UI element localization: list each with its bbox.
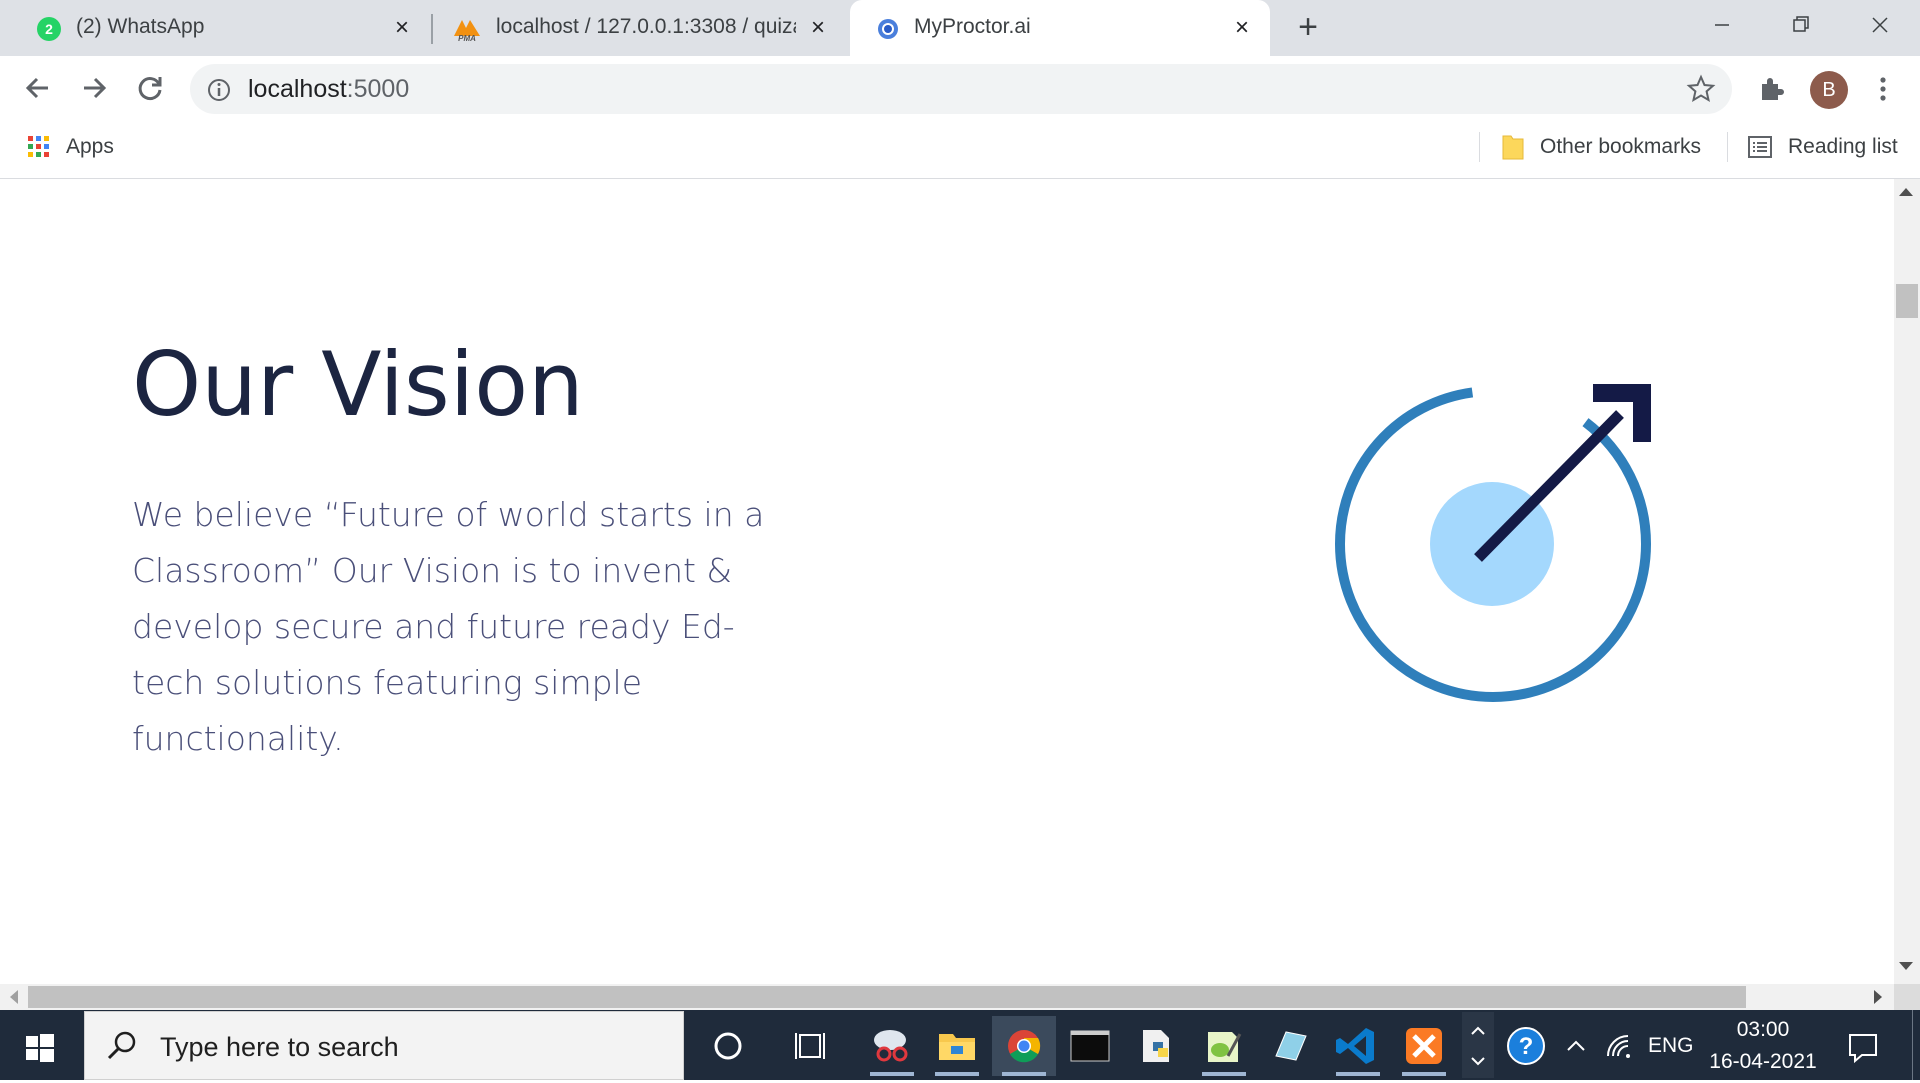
bookmark-other[interactable]: Other bookmarks — [1500, 132, 1701, 162]
taskbar-app-terminal[interactable] — [1058, 1016, 1122, 1076]
app-icon — [1275, 1031, 1307, 1061]
chevron-up-icon[interactable] — [1562, 1034, 1590, 1058]
reading-list-label: Reading list — [1788, 135, 1898, 158]
url-port: :5000 — [346, 75, 410, 103]
horizontal-scroll-thumb[interactable] — [28, 986, 1746, 1008]
folder-icon — [939, 1034, 975, 1060]
reload-icon — [138, 77, 162, 100]
wifi-icon[interactable] — [1604, 1032, 1634, 1060]
apps-grid-icon — [28, 136, 49, 157]
forward-button[interactable] — [74, 68, 114, 108]
taskbar-overflow[interactable] — [1462, 1012, 1494, 1078]
bookmark-divider — [1479, 132, 1480, 162]
clock-time[interactable]: 03:00 — [1715, 1018, 1811, 1042]
minimize-icon — [1715, 24, 1729, 26]
star-icon[interactable] — [1686, 74, 1716, 104]
profile-avatar[interactable]: B — [1810, 71, 1848, 109]
restore-button[interactable] — [1777, 10, 1825, 40]
chevron-updown-icon — [1471, 1026, 1485, 1066]
taskbar-app-chrome[interactable] — [992, 1016, 1056, 1076]
help-icon[interactable]: ? — [1504, 1024, 1548, 1068]
restore-icon — [1793, 16, 1809, 32]
vscode-icon — [1336, 1028, 1374, 1064]
task-view-button[interactable] — [780, 1016, 844, 1076]
url-text[interactable]: localhost:5000 — [248, 74, 409, 104]
new-tab-button[interactable]: + — [1292, 10, 1324, 44]
vision-heading: Our Vision — [132, 333, 584, 436]
close-icon[interactable]: × — [390, 16, 414, 40]
scroll-left-icon[interactable] — [10, 990, 18, 1004]
minimize-button[interactable] — [1698, 10, 1746, 40]
svg-text:?: ? — [1519, 1033, 1534, 1060]
reading-list-button[interactable]: Reading list — [1746, 132, 1898, 162]
extensions-icon[interactable] — [1756, 74, 1786, 104]
language-indicator[interactable]: ENG — [1648, 1034, 1694, 1058]
url-host: localhost — [248, 75, 347, 103]
close-icon[interactable]: × — [1230, 16, 1254, 40]
whatsapp-icon: 2 — [37, 17, 61, 41]
taskbar-app-notepadpp[interactable] — [1192, 1016, 1256, 1076]
show-desktop-button[interactable] — [1912, 1010, 1920, 1080]
arrow-right-icon — [84, 77, 107, 99]
other-bookmarks-label: Other bookmarks — [1540, 135, 1702, 158]
taskbar-app-vscode[interactable] — [1326, 1016, 1390, 1076]
cortana-icon — [714, 1032, 742, 1060]
bookmark-apps[interactable]: Apps — [24, 132, 114, 162]
tab-title: MyProctor.ai — [914, 15, 1031, 38]
back-button[interactable] — [18, 68, 58, 108]
taskbar-app-file-explorer[interactable] — [925, 1016, 989, 1076]
taskbar-app-snipping[interactable] — [860, 1016, 924, 1076]
svg-text:PMA: PMA — [458, 34, 476, 42]
taskbar-search-placeholder[interactable]: Type here to search — [160, 1032, 399, 1062]
scroll-down-icon[interactable] — [1899, 962, 1913, 970]
task-view-icon — [795, 1033, 825, 1059]
taskbar-app-xampp[interactable] — [1392, 1016, 1456, 1076]
bookmark-divider — [1727, 132, 1728, 162]
notepad-plus-icon — [1208, 1032, 1242, 1062]
scroll-up-icon[interactable] — [1899, 188, 1913, 196]
apps-label: Apps — [66, 135, 114, 158]
info-icon[interactable] — [206, 77, 232, 103]
address-bar[interactable] — [190, 64, 1732, 114]
notifications-icon[interactable] — [1846, 1030, 1880, 1064]
whatsapp-badge: 2 — [45, 21, 53, 37]
tab-title: (2) WhatsApp — [76, 15, 205, 38]
arrow-left-icon — [25, 77, 48, 99]
taskbar-app-python[interactable] — [1125, 1016, 1189, 1076]
windows-start-icon[interactable] — [22, 1030, 58, 1066]
reload-button[interactable] — [130, 68, 170, 108]
clock-date[interactable]: 16-04-2021 — [1705, 1050, 1821, 1074]
vision-description: We believe “Future of world starts in a … — [132, 495, 765, 758]
window-close-button[interactable] — [1856, 10, 1904, 40]
window-close-icon — [1872, 17, 1888, 33]
snipping-tool-icon — [874, 1030, 908, 1062]
python-file-icon — [1143, 1030, 1169, 1062]
vertical-scroll-thumb[interactable] — [1896, 284, 1918, 318]
tab-whatsapp[interactable]: 2 (2) WhatsApp × — [0, 0, 430, 56]
tab-phpmyadmin[interactable]: PMA localhost / 127.0.0.1:3308 / quizapp… — [434, 0, 846, 56]
folder-icon — [1502, 135, 1524, 160]
phpmyadmin-icon: PMA — [454, 20, 480, 42]
taskbar-app-generic[interactable] — [1258, 1016, 1322, 1076]
terminal-icon — [1070, 1030, 1110, 1062]
chrome-icon — [1008, 1030, 1041, 1063]
close-icon[interactable]: × — [806, 16, 830, 40]
cortana-button[interactable] — [696, 1016, 760, 1076]
reading-list-icon — [1748, 136, 1772, 158]
tab-title: localhost / 127.0.0.1:3308 / quizapp — [496, 15, 796, 38]
search-icon — [107, 1031, 136, 1060]
scroll-right-icon[interactable] — [1874, 990, 1882, 1004]
scrollbar-corner — [1894, 984, 1920, 1010]
xampp-icon — [1406, 1028, 1442, 1064]
vision-target-illustration — [1335, 384, 1651, 702]
site-favicon-icon — [878, 19, 898, 39]
tab-separator — [431, 14, 433, 44]
kebab-menu-icon[interactable] — [1868, 74, 1898, 104]
tab-myproctor[interactable]: MyProctor.ai × — [850, 0, 1270, 56]
